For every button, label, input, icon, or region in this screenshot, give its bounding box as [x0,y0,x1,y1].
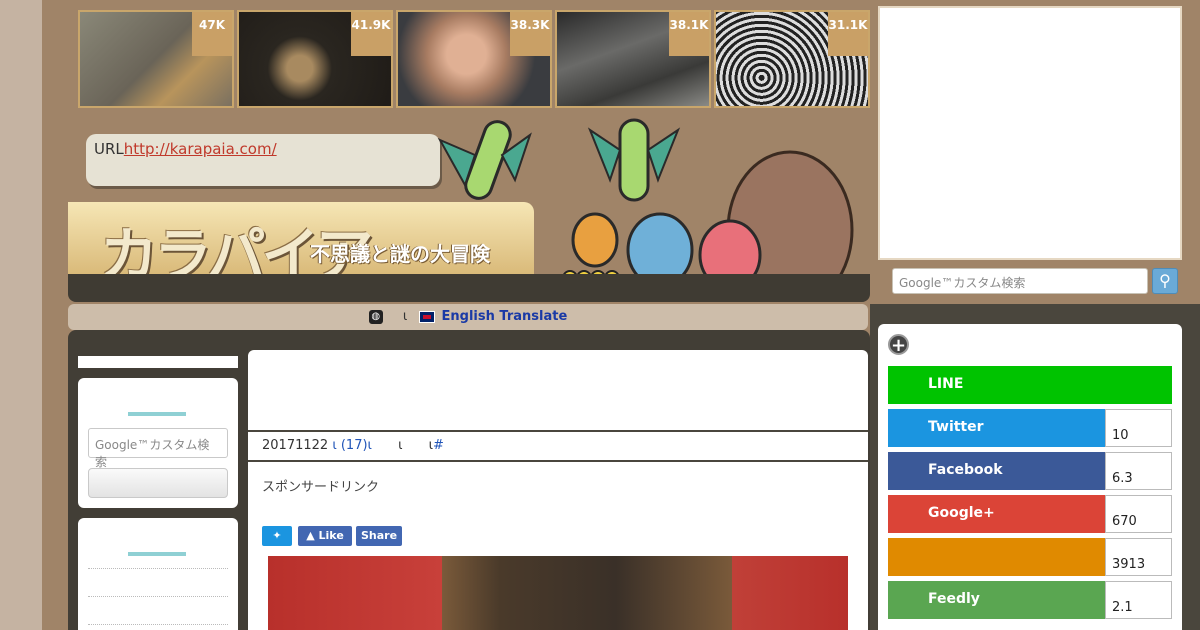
site-tagline: 不思議と謎の大冒険 [310,242,490,266]
permalink[interactable]: # [433,438,444,453]
article: 20171122 ι (17)ι ι ι # スポンサードリンク ✦ ▲ Like… [248,350,868,630]
social-share-panel: + LINE Twitter 10 Facebook 6.3 Google+ 6… [878,324,1182,630]
list-divider [88,596,228,597]
title-divider [248,430,868,432]
thumb-illustration[interactable]: 31.1K [714,10,870,108]
view-count-badge: 31.1K [828,12,868,56]
meta-divider [248,460,868,462]
share-row-twitter[interactable]: Twitter 10 [888,409,1172,447]
translate-separator: ι [402,309,408,324]
thumb-cat-cage[interactable]: 47K [78,10,234,108]
twitter-bird-icon: ✦ [272,529,282,542]
sidebar-list-box [78,518,238,630]
article-date: 20171122 [262,438,329,453]
sidebar-search-input[interactable]: Google™カスタム検索 [88,428,228,469]
view-count-badge: 47K [192,12,232,56]
share-row-googleplus[interactable]: Google+ 670 [888,495,1172,533]
url-label: URL [94,140,124,158]
meta-separator: ι [398,438,403,453]
uk-flag-icon [419,310,436,323]
feedly-share-label: Feedly [888,581,1105,619]
meta-separator: ι [332,438,337,453]
search-button[interactable]: ⚲ [1152,268,1178,294]
thumbs-up-icon: ▲ [306,529,315,542]
thumb-child-dark[interactable]: 41.9K [237,10,393,108]
thumb-man-crying[interactable]: 38.3K [396,10,552,108]
left-strip [0,0,42,630]
english-translate-link[interactable]: English Translate [442,309,568,324]
comment-count: (17) [340,438,368,453]
article-image [268,556,848,630]
hatena-share-label [888,538,1105,576]
facebook-share-count: 6.3 [1105,452,1172,490]
search-input[interactable]: Google™カスタム検索 [892,268,1148,294]
tweet-button[interactable]: ✦ [262,526,292,546]
sidebar-search-box: Google™カスタム検索 [78,378,238,508]
comments-link[interactable]: ι (17)ι [332,438,372,453]
share-row-hatena[interactable]: 3913 [888,538,1172,576]
thumb-cctv[interactable]: 38.1K [555,10,711,108]
section-heading-line [128,412,186,416]
globe-icon[interactable]: ◍ [368,309,383,324]
like-label: Like [318,529,344,542]
twitter-share-label: Twitter [888,409,1105,447]
view-count-badge: 38.3K [510,12,550,56]
view-count-badge: 41.9K [351,12,391,56]
share-label: Share [360,529,398,542]
url-box: URLhttp://karapaia.com/ [86,134,440,186]
share-row-feedly[interactable]: Feedly 2.1 [888,581,1172,619]
view-count-badge: 38.1K [669,12,709,56]
meta-separator: ι [367,438,372,453]
translate-bar: ◍ ι English Translate [68,304,868,330]
facebook-share-button[interactable]: Share [356,526,402,546]
feedly-share-count: 2.1 [1105,581,1172,619]
search-icon: ⚲ [1159,271,1171,290]
article-meta: 20171122 ι (17)ι ι ι # [262,438,444,453]
share-row-line[interactable]: LINE [888,366,1172,404]
header-dark-bar [68,274,870,302]
googleplus-share-count: 670 [1105,495,1172,533]
googleplus-share-label: Google+ [888,495,1105,533]
facebook-share-label: Facebook [888,452,1105,490]
plus-icon[interactable]: + [888,334,909,356]
hatena-share-count: 3913 [1105,538,1172,576]
share-row-facebook[interactable]: Facebook 6.3 [888,452,1172,490]
list-divider [88,568,228,569]
sidebar-search-button[interactable] [88,468,228,498]
sidebar-top-bar [78,356,238,368]
line-share-label: LINE [888,366,1172,404]
sponsored-label: スポンサードリンク [262,480,380,495]
twitter-share-count: 10 [1105,409,1172,447]
site-url-link[interactable]: http://karapaia.com/ [124,140,277,158]
ad-box [878,6,1182,260]
popular-thumbnails: 47K 41.9K 38.3K 38.1K 31.1K [78,10,870,108]
facebook-like-button[interactable]: ▲ Like [298,526,352,546]
section-heading-line [128,552,186,556]
list-divider [88,624,228,625]
